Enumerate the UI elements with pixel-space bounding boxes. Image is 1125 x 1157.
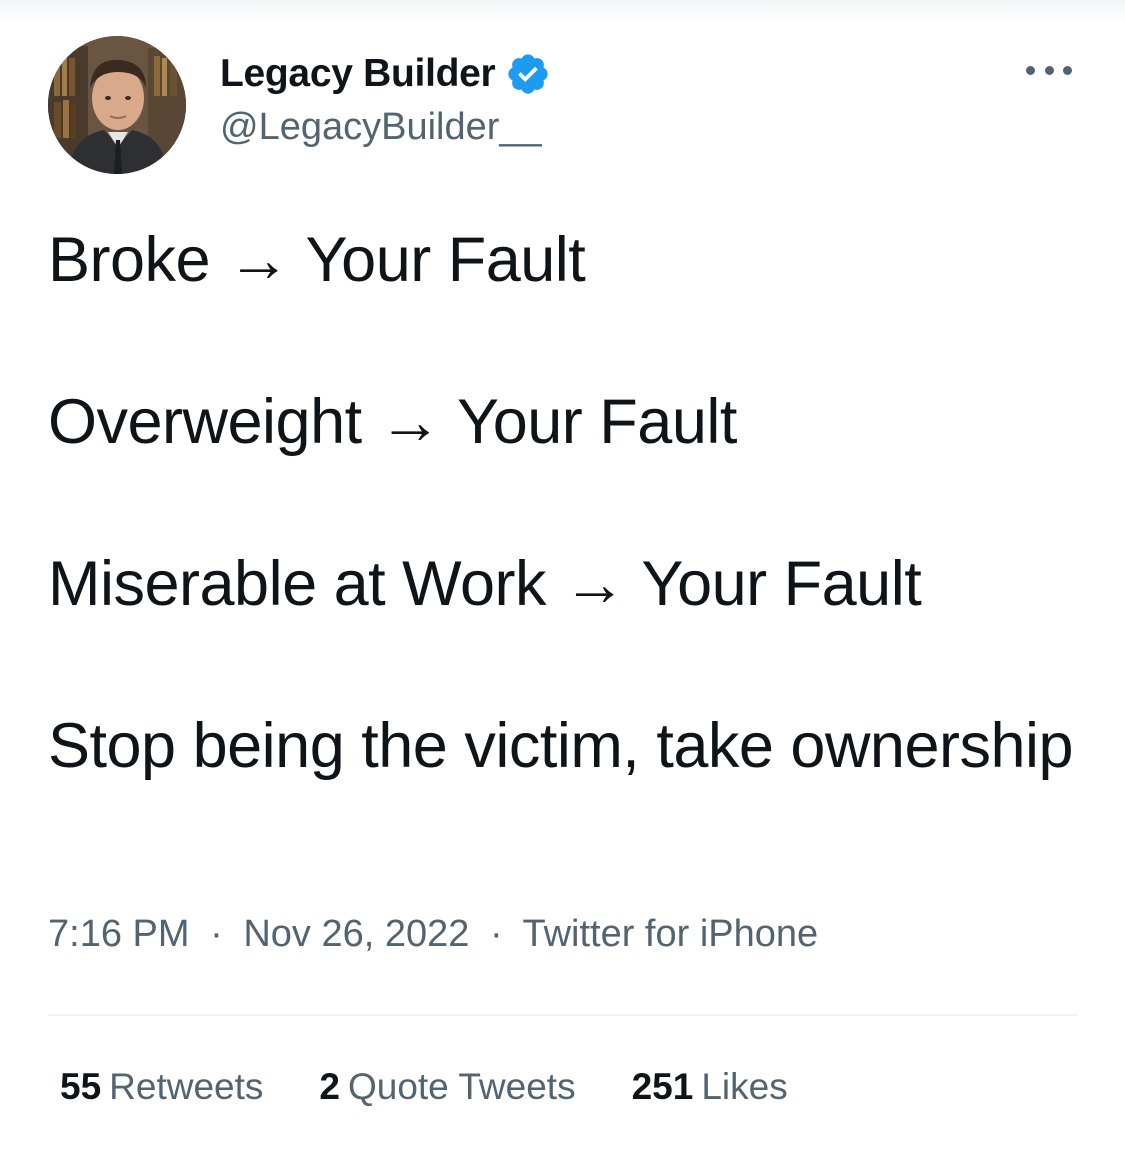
tweet-time[interactable]: 7:16 PM (48, 913, 190, 955)
divider (48, 1014, 1078, 1016)
author-names: Legacy Builder @LegacyBuilder__ (220, 50, 551, 149)
tweet-header: Legacy Builder @LegacyBuilder__ (48, 36, 1078, 176)
dot (1026, 65, 1035, 75)
display-name-row: Legacy Builder (220, 50, 551, 98)
display-name[interactable]: Legacy Builder (220, 52, 496, 96)
quote-tweets-stat[interactable]: 2 Quote Tweets (319, 1066, 575, 1108)
tweet-metadata: 7:16 PM · Nov 26, 2022 · Twitter for iPh… (48, 913, 818, 956)
retweets-stat[interactable]: 55 Retweets (60, 1066, 263, 1108)
more-options-icon[interactable] (1026, 60, 1072, 80)
profile-photo (48, 36, 186, 174)
tweet-source[interactable]: Twitter for iPhone (522, 913, 818, 955)
tweet-line: Stop being the victim, take ownership (48, 711, 1074, 781)
tweet-line: Overweight → Your Fault (48, 387, 737, 457)
likes-stat[interactable]: 251 Likes (632, 1066, 788, 1108)
retweets-label: Retweets (109, 1066, 264, 1107)
retweets-count: 55 (60, 1066, 102, 1107)
user-handle[interactable]: @LegacyBuilder__ (220, 106, 551, 149)
separator: · (489, 913, 503, 955)
engagement-stats: 55 Retweets 2 Quote Tweets 251 Likes (60, 1066, 844, 1108)
quote-tweets-label: Quote Tweets (347, 1066, 576, 1107)
tweet-date[interactable]: Nov 26, 2022 (243, 913, 469, 955)
verified-badge-icon (505, 51, 551, 97)
quote-tweets-count: 2 (319, 1066, 340, 1107)
tweet-line: Broke → Your Fault (48, 225, 586, 295)
separator: · (210, 913, 223, 955)
dot (1063, 65, 1072, 75)
tweet-line: Miserable at Work → Your Fault (48, 549, 922, 619)
top-edge (0, 0, 1125, 24)
likes-count: 251 (631, 1066, 694, 1107)
likes-label: Likes (701, 1066, 788, 1107)
avatar[interactable] (48, 36, 186, 174)
dot (1044, 65, 1054, 75)
tweet-text: Broke → Your Fault Overweight → Your Fau… (48, 220, 1088, 786)
